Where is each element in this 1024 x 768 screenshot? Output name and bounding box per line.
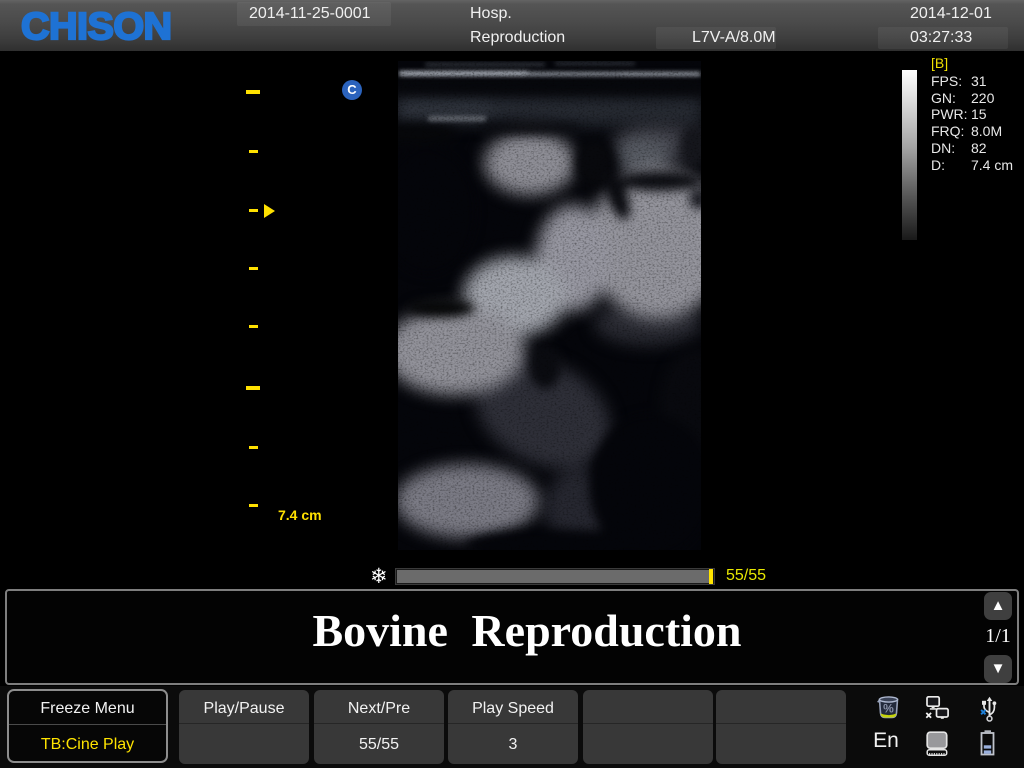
svg-text:%: %	[883, 702, 894, 716]
